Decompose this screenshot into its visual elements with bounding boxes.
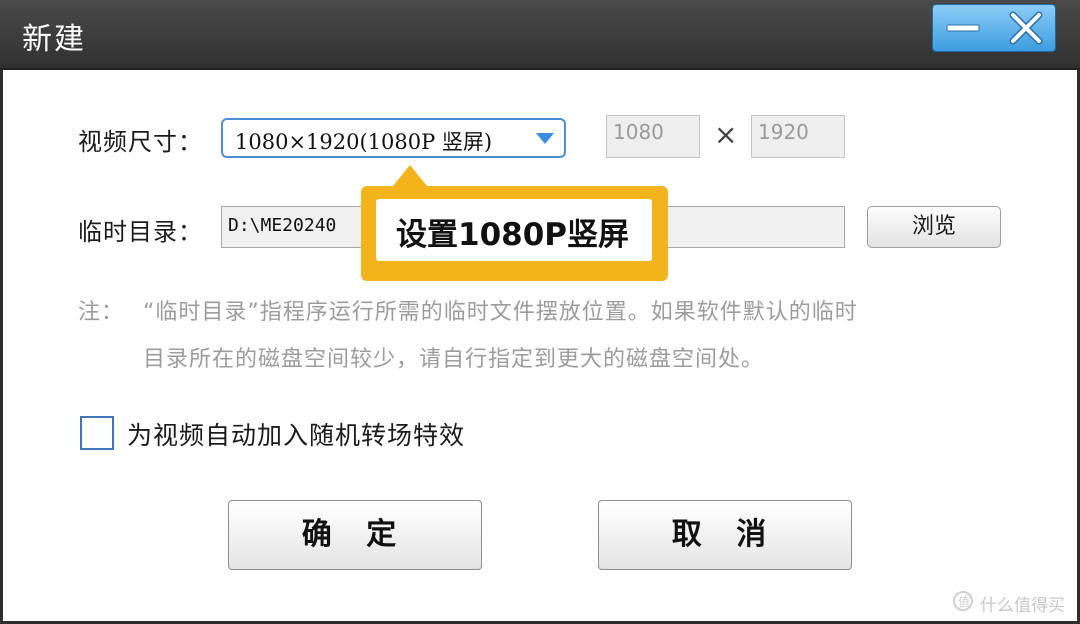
close-button[interactable]	[995, 5, 1057, 51]
annotation-callout: 设置1080P竖屏	[361, 186, 668, 281]
note-line-1: “临时目录”指程序运行所需的临时文件摆放位置。如果软件默认的临时	[143, 300, 858, 325]
callout-text: 设置1080P竖屏	[396, 217, 629, 253]
watermark-logo-icon: 值	[953, 591, 973, 611]
random-transition-checkbox[interactable]	[80, 416, 114, 450]
temp-dir-label: 临时目录：	[78, 218, 203, 246]
window-controls	[932, 4, 1056, 52]
ok-button[interactable]: 确 定	[228, 500, 482, 570]
minimize-button[interactable]	[933, 5, 995, 51]
window-title: 新建	[22, 22, 86, 57]
note-line-2: 目录所在的磁盘空间较少，请自行指定到更大的磁盘空间处。	[143, 347, 765, 372]
note-prefix: 注：	[78, 300, 125, 325]
browse-button[interactable]: 浏览	[867, 206, 1001, 248]
svg-text:值: 值	[958, 594, 970, 609]
close-icon	[1009, 11, 1043, 45]
watermark-text: 什么值得买	[980, 596, 1065, 616]
minimize-icon	[946, 24, 980, 32]
cancel-button[interactable]: 取 消	[598, 500, 852, 570]
callout-box: 设置1080P竖屏	[376, 199, 652, 261]
chevron-down-icon	[536, 133, 554, 144]
random-transition-label[interactable]: 为视频自动加入随机转场特效	[127, 416, 465, 452]
video-size-label: 视频尺寸：	[78, 128, 203, 156]
video-size-selected: 1080×1920(1080P 竖屏)	[235, 130, 493, 154]
title-bar: 新建	[0, 0, 1080, 70]
video-size-dropdown[interactable]: 1080×1920(1080P 竖屏)	[221, 118, 566, 158]
callout-pointer	[393, 165, 427, 186]
times-sign: ×	[714, 118, 738, 151]
height-field[interactable]: 1920	[751, 115, 845, 158]
width-field[interactable]: 1080	[606, 115, 700, 158]
